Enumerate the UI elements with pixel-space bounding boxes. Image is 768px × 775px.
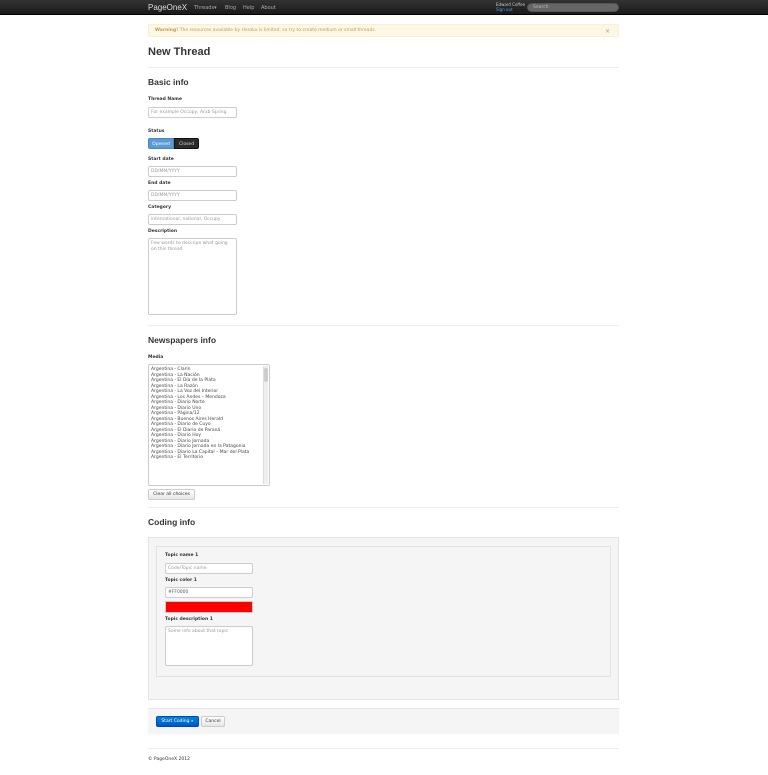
topic-name-input[interactable]: Code/Topic name <box>165 563 253 574</box>
chevron-down-icon: ▾ <box>214 5 217 11</box>
start-coding-button[interactable]: Start Coding » <box>156 716 199 727</box>
divider <box>148 67 619 68</box>
alert-strong: Warning! <box>155 28 179 33</box>
status-opened-button[interactable]: Opened <box>148 138 174 149</box>
start-date-label: Start date <box>148 157 174 162</box>
user-menu: Edward Coffee Sign out <box>496 2 525 12</box>
media-option[interactable]: Argentina - El Territorio <box>151 455 267 461</box>
topic-name-label: Topic name 1 <box>165 553 199 558</box>
cancel-button[interactable]: Cancel <box>201 716 225 727</box>
footer-copyright: © PageOneX 2012 <box>148 757 190 762</box>
topic-color-swatch[interactable] <box>165 601 253 613</box>
description-textarea[interactable]: Few words to descripe what going on this… <box>148 238 237 315</box>
clear-choices-button[interactable]: Clear all choices <box>148 489 195 500</box>
status-toggle: Opened Closed <box>148 138 199 149</box>
nav-about[interactable]: About <box>261 5 276 11</box>
end-date-input[interactable]: DD/MM/YYYY <box>148 190 237 201</box>
coding-info-heading: Coding info <box>148 517 196 527</box>
scrollbar-thumb[interactable] <box>264 368 268 382</box>
nav-blog[interactable]: Blog <box>225 5 236 11</box>
thread-name-input[interactable]: For example Occupy, Arab Spring <box>148 107 237 118</box>
sign-out-link[interactable]: Sign out <box>496 7 525 12</box>
topic-description-label: Topic description 1 <box>165 617 213 622</box>
start-date-input[interactable]: DD/MM/YYYY <box>148 166 237 177</box>
alert-text: The resources available by Heroku is lim… <box>178 28 377 33</box>
topic-description-textarea[interactable]: Some info about that topic <box>165 626 253 666</box>
divider <box>148 325 619 326</box>
nav-threads[interactable]: Threads▾ <box>194 5 217 11</box>
media-label: Media <box>148 355 164 360</box>
newspapers-info-heading: Newspapers info <box>148 335 217 345</box>
status-label: Status <box>148 129 165 134</box>
media-options: Argentina - Clarín Argentina - La Nación A… <box>151 367 267 461</box>
nav-help[interactable]: Help <box>243 5 254 11</box>
end-date-label: End date <box>148 181 171 186</box>
basic-info-heading: Basic info <box>148 77 189 87</box>
media-scrollbar[interactable] <box>263 366 268 484</box>
top-navbar: PageOneX Threads▾ Blog Help About Edward… <box>0 0 768 15</box>
category-label: Category <box>148 205 172 210</box>
media-select[interactable]: Argentina - Clarín Argentina - La Nación A… <box>148 364 270 486</box>
divider <box>148 507 619 508</box>
close-icon[interactable]: × <box>605 28 610 35</box>
topic-color-label: Topic color 1 <box>165 578 197 583</box>
divider <box>148 748 619 749</box>
search-input[interactable]: Search <box>527 3 619 12</box>
category-input[interactable]: international, national, Occupy <box>148 214 237 225</box>
topic-color-input[interactable]: #FF0000 <box>165 587 253 598</box>
thread-name-label: Thread Name <box>148 97 182 102</box>
page-title: New Thread <box>148 46 211 58</box>
status-closed-button[interactable]: Closed <box>174 138 199 149</box>
warning-alert: Warning! The resources available by Hero… <box>148 24 619 37</box>
brand-logo[interactable]: PageOneX <box>148 3 187 12</box>
description-label: Description <box>148 229 178 234</box>
